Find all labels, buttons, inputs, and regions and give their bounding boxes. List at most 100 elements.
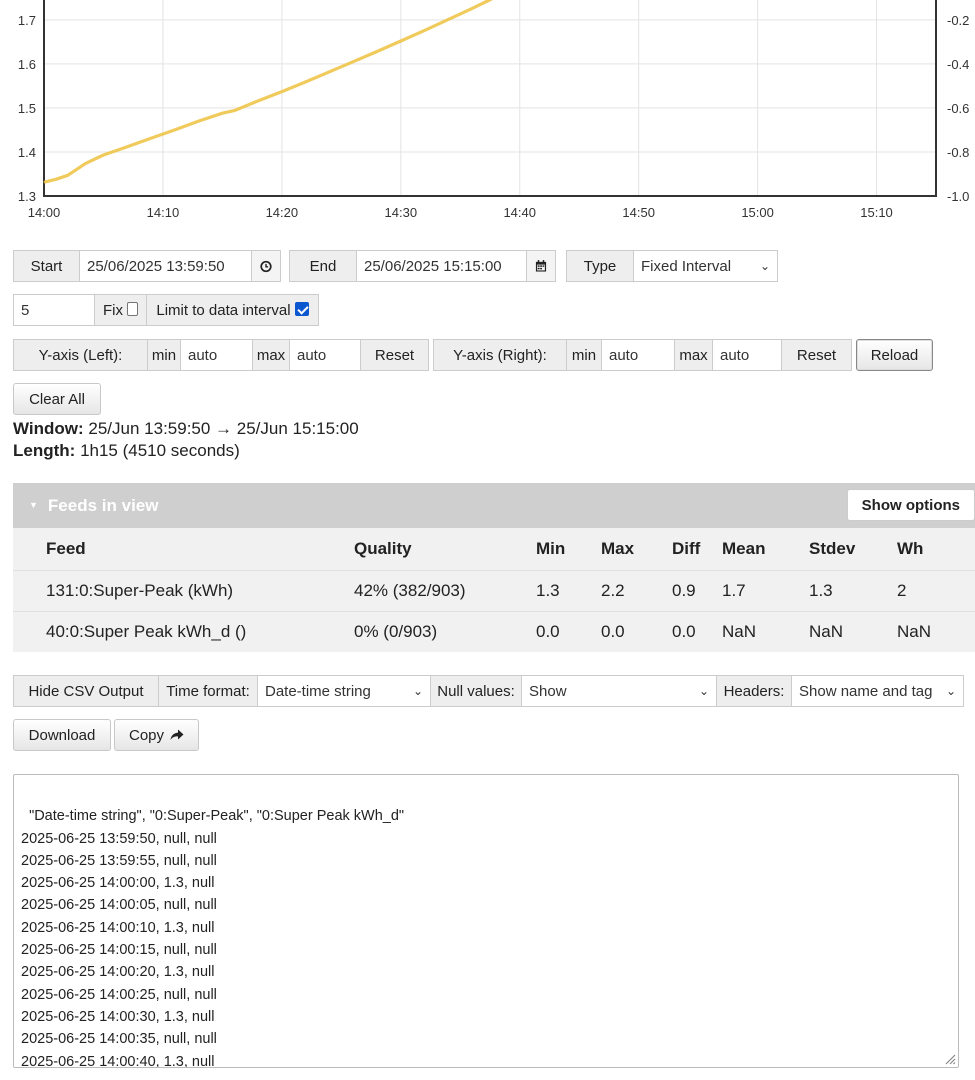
clock-icon[interactable] xyxy=(252,250,281,282)
feed-min: 1.3 xyxy=(536,580,560,600)
fix-toggle[interactable]: Fix xyxy=(95,294,147,326)
feed-min: 0.0 xyxy=(536,621,560,641)
feed-name: 40:0:Super Peak kWh_d () xyxy=(46,621,247,641)
window-info: Window: 25/Jun 13:59:50 → 25/Jun 15:15:0… xyxy=(13,419,359,439)
chevron-down-icon: ⌄ xyxy=(698,684,709,698)
feed-wh: 2 xyxy=(897,580,907,600)
reload-button[interactable]: Reload xyxy=(856,339,933,371)
headers-select[interactable]: Show name and tag ⌄ xyxy=(792,675,964,707)
y-left-tick-label: 1.4 xyxy=(18,145,36,160)
chevron-down-icon: ⌄ xyxy=(412,684,423,698)
caret-down-icon: ▼ xyxy=(29,499,38,510)
interval-group: 5 Fix Limit to data interval xyxy=(13,294,319,326)
x-tick-label: 14:00 xyxy=(28,205,61,220)
resize-handle-icon[interactable] xyxy=(942,1051,956,1065)
headers-label: Headers: xyxy=(717,675,792,707)
start-label: Start xyxy=(13,250,80,282)
x-tick-label: 14:10 xyxy=(147,205,180,220)
y-right-tick-label: -0.4 xyxy=(947,57,969,72)
feed-mean: NaN xyxy=(722,621,757,641)
clear-row: Clear All xyxy=(13,383,101,415)
chart: 14:00 14:10 14:20 14:30 14:40 14:50 15:00 15:10… xyxy=(0,0,975,226)
yaxis-right-label: Y-axis (Right): xyxy=(433,339,567,371)
window-label: Window: xyxy=(13,419,84,438)
copy-label: Copy xyxy=(128,726,165,744)
share-arrow-icon xyxy=(170,729,184,740)
y-right-tick-label: -0.6 xyxy=(947,101,969,116)
yaxis-right-max-input[interactable]: auto xyxy=(713,339,782,371)
type-label: Type xyxy=(566,250,634,282)
feed-wh: NaN xyxy=(897,621,932,641)
feed-mean: 1.7 xyxy=(722,580,746,600)
start-input[interactable]: 25/06/2025 13:59:50 xyxy=(80,250,252,282)
show-options-button[interactable]: Show options xyxy=(846,489,975,521)
yaxis-left-label: Y-axis (Left): xyxy=(13,339,148,371)
y-right-tick-label: -0.2 xyxy=(947,13,969,28)
y-left-tick-label: 1.6 xyxy=(18,57,36,72)
x-tick-label: 14:20 xyxy=(266,205,299,220)
end-input[interactable]: 25/06/2025 15:15:00 xyxy=(357,250,527,282)
table-row[interactable]: 40:0:Super Peak kWh_d () 0% (0/903) 0.0 … xyxy=(13,611,975,652)
feeds-table-header: Feed Quality Min Max Diff Mean Stdev Wh xyxy=(13,528,975,570)
col-min: Min xyxy=(536,538,566,558)
calendar-icon[interactable] xyxy=(527,250,556,282)
feed-diff: 0.9 xyxy=(672,580,696,600)
feed-stdev: NaN xyxy=(809,621,844,641)
col-mean: Mean xyxy=(722,538,766,558)
csv-actions-row: Download Copy xyxy=(13,719,199,751)
clear-all-button[interactable]: Clear All xyxy=(13,383,101,415)
x-tick-label: 15:10 xyxy=(860,205,893,220)
fix-label: Fix xyxy=(103,301,123,319)
col-quality: Quality xyxy=(354,538,412,558)
headers-value: Show name and tag xyxy=(799,682,933,700)
null-values-select[interactable]: Show ⌄ xyxy=(522,675,717,707)
series-line xyxy=(43,0,494,184)
chevron-down-icon: ⌄ xyxy=(945,684,956,698)
yaxis-left-min-label: min xyxy=(148,339,181,371)
csv-group: Hide CSV Output Time format: Date-time s… xyxy=(13,675,964,707)
limit-toggle[interactable]: Limit to data interval xyxy=(147,294,319,326)
col-stdev: Stdev xyxy=(809,538,856,558)
yaxis-right-group: Y-axis (Right): min auto max auto Reset xyxy=(433,339,852,371)
feeds-header[interactable]: ▼ Feeds in view Show options xyxy=(13,483,975,528)
feed-name: 131:0:Super-Peak (kWh) xyxy=(46,580,234,600)
yaxis-right-reset-button[interactable]: Reset xyxy=(782,339,852,371)
csv-controls-row: Hide CSV Output Time format: Date-time s… xyxy=(13,675,964,707)
yaxis-left-group: Y-axis (Left): min auto max auto Reset xyxy=(13,339,429,371)
feed-quality: 42% (382/903) xyxy=(354,580,466,600)
col-wh: Wh xyxy=(897,538,924,558)
end-label: End xyxy=(289,250,357,282)
time-format-value: Date-time string xyxy=(265,682,371,700)
x-tick-label: 14:40 xyxy=(503,205,536,220)
copy-button[interactable]: Copy xyxy=(114,719,199,751)
type-select-value: Fixed Interval xyxy=(641,257,732,275)
interval-row: 5 Fix Limit to data interval xyxy=(13,294,319,326)
yaxis-left-min-input[interactable]: auto xyxy=(181,339,253,371)
csv-text: "Date-time string", "0:Super-Peak", "0:S… xyxy=(21,808,405,1068)
feed-quality: 0% (0/903) xyxy=(354,621,438,641)
x-tick-label: 14:30 xyxy=(385,205,418,220)
hide-csv-button[interactable]: Hide CSV Output xyxy=(13,675,159,707)
yaxis-right-min-label: min xyxy=(567,339,602,371)
y-left-tick-label: 1.7 xyxy=(18,13,36,28)
start-group: Start 25/06/2025 13:59:50 xyxy=(13,250,281,282)
window-value: 25/Jun 13:59:50 → 25/Jun 15:15:00 xyxy=(88,419,359,438)
fix-checkbox[interactable] xyxy=(127,302,138,316)
yaxis-right-max-label: max xyxy=(675,339,713,371)
time-format-select[interactable]: Date-time string ⌄ xyxy=(258,675,431,707)
yaxis-left-reset-button[interactable]: Reset xyxy=(361,339,429,371)
yaxis-right-min-input[interactable]: auto xyxy=(602,339,675,371)
feeds-title: Feeds in view xyxy=(47,495,159,515)
table-row[interactable]: 131:0:Super-Peak (kWh) 42% (382/903) 1.3… xyxy=(13,570,975,611)
limit-checkbox[interactable] xyxy=(294,302,309,316)
limit-label: Limit to data interval xyxy=(156,301,291,319)
csv-output[interactable]: "Date-time string", "0:Super-Peak", "0:S… xyxy=(13,774,959,1068)
y-left-tick-label: 1.5 xyxy=(18,101,36,116)
interval-input[interactable]: 5 xyxy=(13,294,95,326)
feed-max: 0.0 xyxy=(601,621,625,641)
type-select[interactable]: Fixed Interval ⌄ xyxy=(634,250,778,282)
null-values-value: Show xyxy=(529,682,567,700)
yaxis-left-max-input[interactable]: auto xyxy=(290,339,361,371)
download-button[interactable]: Download xyxy=(13,719,111,751)
col-feed: Feed xyxy=(46,538,86,558)
